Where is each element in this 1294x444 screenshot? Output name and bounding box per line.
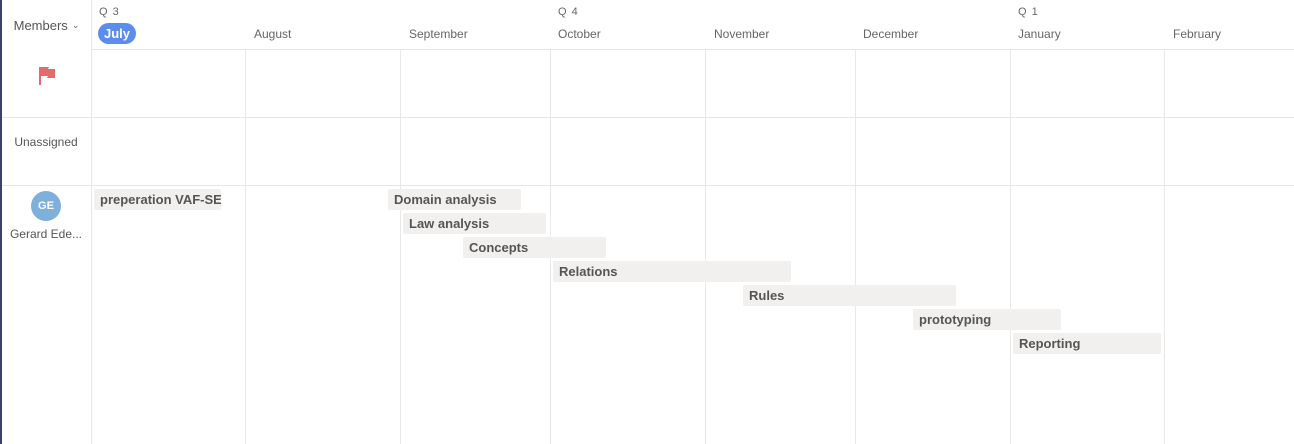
members-label: Members: [13, 17, 68, 33]
month-november[interactable]: November: [714, 27, 769, 41]
task-bar[interactable]: Concepts: [463, 237, 606, 258]
month-october[interactable]: October: [558, 27, 601, 41]
task-bar[interactable]: Rules: [743, 285, 956, 306]
month-gridline: [1164, 50, 1165, 444]
quarter-label: Q 1: [1018, 6, 1039, 18]
month-gridline: [400, 50, 401, 444]
month-august[interactable]: August: [254, 27, 291, 41]
task-bar[interactable]: Reporting: [1013, 333, 1161, 354]
month-gridline: [855, 50, 856, 444]
flag-icon: [39, 67, 55, 85]
quarter-label: Q 4: [558, 6, 579, 18]
month-gridline: [705, 50, 706, 444]
row-divider: [2, 185, 1294, 186]
month-february[interactable]: February: [1173, 27, 1221, 41]
task-bar[interactable]: prototyping: [913, 309, 1061, 330]
month-september[interactable]: September: [409, 27, 468, 41]
month-gridline: [1010, 50, 1011, 444]
task-bar[interactable]: Domain analysis: [388, 189, 521, 210]
month-december[interactable]: December: [863, 27, 918, 41]
chevron-down-icon: ⌄: [71, 19, 80, 30]
row-divider: [2, 117, 1294, 118]
unassigned-row-label: Unassigned: [14, 135, 78, 149]
task-bar[interactable]: preperation VAF-SE: [94, 189, 221, 210]
task-bar[interactable]: Law analysis: [403, 213, 546, 234]
month-gridline: [245, 50, 246, 444]
header-divider: [92, 49, 1294, 50]
task-bar[interactable]: Relations: [553, 261, 791, 282]
avatar[interactable]: GE: [31, 191, 61, 221]
members-dropdown-button[interactable]: Members ⌄: [2, 0, 91, 50]
month-january[interactable]: January: [1018, 27, 1061, 41]
member-name: Gerard Ede...: [9, 227, 83, 241]
quarter-label: Q 3: [99, 6, 120, 18]
month-july-current[interactable]: July: [98, 23, 137, 44]
